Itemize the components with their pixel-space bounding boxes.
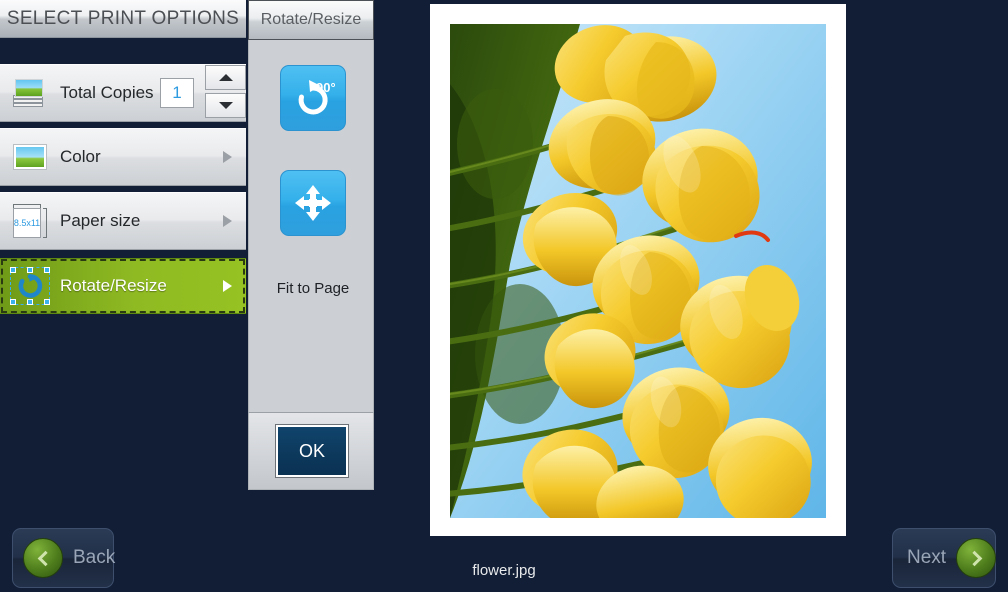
preview-image[interactable]	[450, 24, 826, 518]
next-button[interactable]: Next	[892, 528, 997, 588]
option-label-paper-size: Paper size	[60, 211, 141, 230]
option-label-color: Color	[60, 147, 101, 166]
print-options-screen: SELECT PRINT OPTIONS Total Copies 1 Colo…	[0, 0, 1008, 592]
rotate-button[interactable]: 90°	[280, 65, 346, 131]
ok-button[interactable]: OK	[276, 425, 348, 477]
svg-text:90°: 90°	[316, 80, 335, 95]
triangle-down-icon	[218, 102, 233, 109]
rotate-90-icon: 90°	[298, 80, 335, 115]
chevron-right-icon	[223, 280, 232, 292]
rotate-icon	[6, 267, 54, 305]
total-copies-increment-button[interactable]	[205, 65, 246, 90]
next-button-label: Next	[907, 547, 947, 568]
paper-size-icon: 8.5x11	[6, 203, 54, 239]
fit-to-page-button[interactable]	[280, 170, 346, 236]
rotate-resize-panel: Rotate/Resize 90° Rotate	[246, 0, 374, 490]
fit-to-page-button-label: Fit to Page	[276, 280, 350, 297]
option-row-color[interactable]: Color	[0, 128, 246, 186]
back-button[interactable]: Back	[12, 528, 116, 588]
options-panel: SELECT PRINT OPTIONS Total Copies 1 Colo…	[0, 0, 246, 500]
four-way-arrow-icon	[295, 185, 331, 221]
chevron-right-icon	[956, 538, 997, 578]
chevron-right-icon	[223, 151, 232, 163]
chevron-right-icon	[223, 215, 232, 227]
page-title: SELECT PRINT OPTIONS	[0, 0, 246, 38]
total-copies-decrement-button[interactable]	[205, 93, 246, 118]
total-copies-input[interactable]: 1	[160, 78, 194, 108]
option-row-paper-size[interactable]: 8.5x11 Paper size	[0, 192, 246, 250]
option-row-rotate-resize[interactable]: Rotate/Resize	[0, 258, 246, 314]
triangle-up-icon	[218, 74, 233, 81]
chevron-left-icon	[23, 538, 63, 578]
paper-size-icon-label: 8.5x11	[13, 208, 41, 238]
rotate-resize-panel-body: 90° Rotate Fit to Page	[248, 40, 374, 412]
tab-rotate-resize[interactable]: Rotate/Resize	[248, 0, 374, 40]
photo-stack-icon	[6, 79, 54, 107]
back-button-label: Back	[73, 547, 116, 568]
file-name-label: flower.jpg	[472, 562, 536, 579]
option-label-rotate-resize: Rotate/Resize	[60, 276, 167, 295]
photo-icon	[6, 144, 54, 170]
